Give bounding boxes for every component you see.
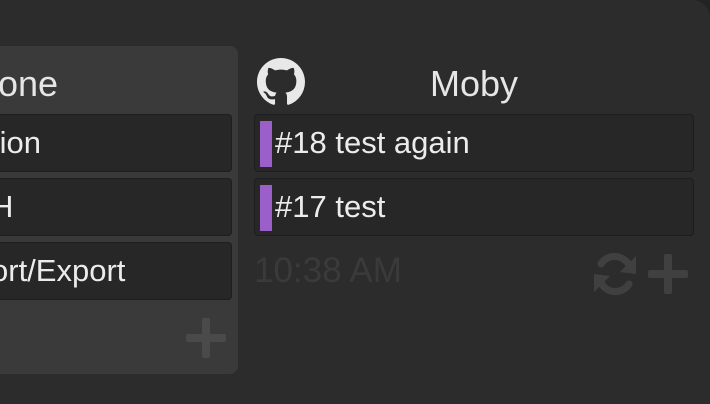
issue-card[interactable]: #17 test (254, 178, 694, 236)
left-column-title: one (0, 63, 59, 104)
issue-status-stripe (260, 121, 272, 167)
right-column-title: Moby (429, 63, 519, 104)
left-list-item-label: H (0, 179, 13, 235)
add-plus-icon[interactable] (646, 252, 690, 296)
left-list-item-label: tion (0, 125, 41, 160)
left-list-item[interactable]: tion (0, 114, 232, 172)
refresh-icon[interactable] (590, 250, 640, 298)
issue-card-label: #17 test (275, 189, 386, 224)
left-add-plus-icon[interactable] (184, 316, 228, 360)
last-updated-time: 10:38 AM (254, 251, 402, 290)
left-list-item[interactable]: H (0, 178, 232, 236)
left-list-item-label: ort/Export (0, 253, 126, 288)
app-window: one tion H ort/Export Moby #18 test agai… (0, 0, 710, 404)
issue-status-stripe (260, 185, 272, 231)
issue-card-label: #18 test again (275, 125, 470, 160)
left-list-item[interactable]: ort/Export (0, 242, 232, 300)
issue-card[interactable]: #18 test again (254, 114, 694, 172)
